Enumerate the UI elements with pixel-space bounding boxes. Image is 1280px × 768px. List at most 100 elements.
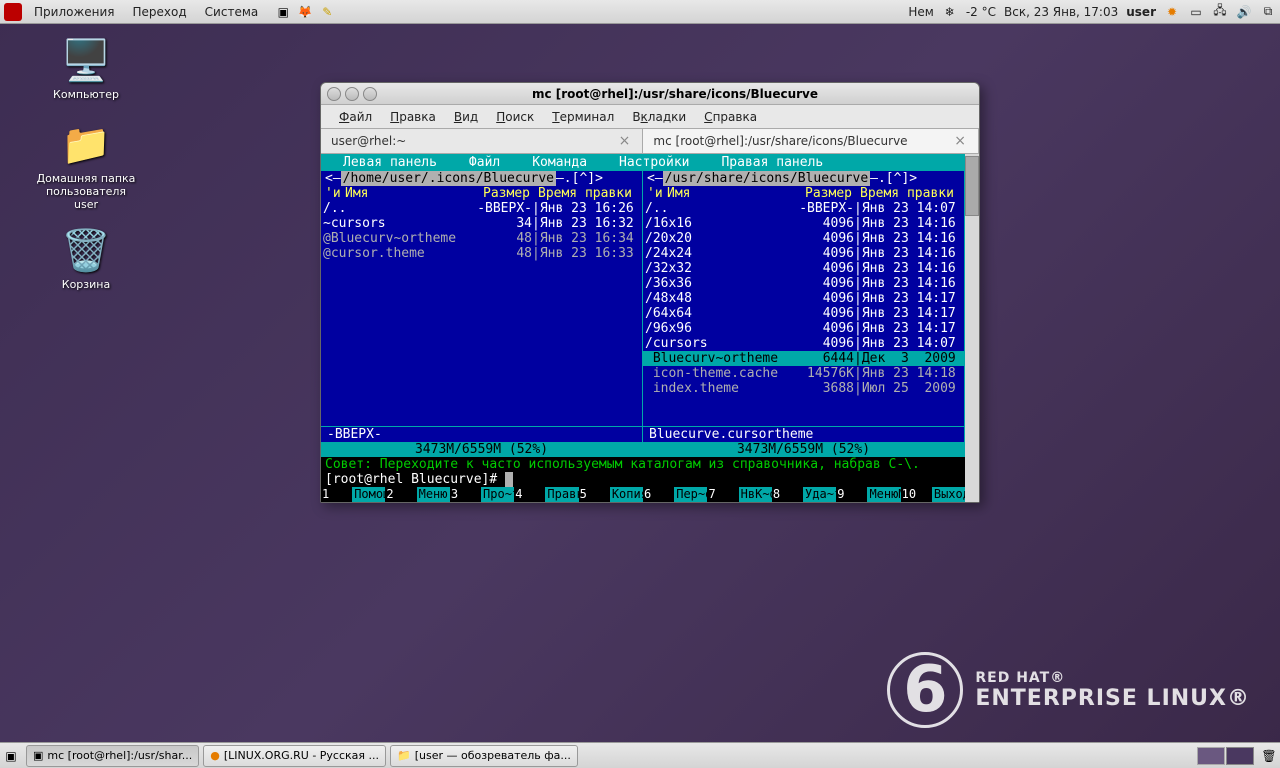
- file-row[interactable]: /96x964096|Янв 23 14:17: [643, 321, 964, 336]
- file-row[interactable]: ~cursors34|Янв 23 16:32: [321, 216, 642, 231]
- fn-key-5[interactable]: 5Копия: [579, 487, 643, 502]
- file-row[interactable]: /64x644096|Янв 23 14:17: [643, 306, 964, 321]
- file-row[interactable]: /..-ВВЕРХ-|Янв 23 14:07: [643, 201, 964, 216]
- update-icon[interactable]: ✹: [1164, 4, 1180, 20]
- rhel-brand-1: RED HAT®: [975, 670, 1250, 686]
- mc-right-hdr-time: Время правки: [856, 186, 964, 201]
- desktop-trash[interactable]: 🗑️ Корзина: [36, 226, 136, 291]
- mc-menu-file[interactable]: Файл: [453, 155, 516, 170]
- fn-key-10[interactable]: 10Выход: [901, 487, 965, 502]
- file-row[interactable]: /16x164096|Янв 23 14:16: [643, 216, 964, 231]
- task-terminal[interactable]: ▣mc [root@rhel]:/usr/shar...: [26, 745, 199, 767]
- desktop-trash-label: Корзина: [36, 278, 136, 291]
- weather-location[interactable]: Нем: [908, 5, 933, 19]
- file-row[interactable]: /36x364096|Янв 23 14:16: [643, 276, 964, 291]
- fn-key-9[interactable]: 9МенюМС: [836, 487, 900, 502]
- mc-right-path: /usr/share/icons/Bluecurve: [663, 171, 871, 186]
- window-close-button[interactable]: [327, 87, 341, 101]
- mc-left-hdr-name: Имя: [341, 186, 478, 201]
- window-minimize-button[interactable]: [345, 87, 359, 101]
- terminal-scrollbar[interactable]: [965, 154, 979, 502]
- bottom-panel: ▣ ▣mc [root@rhel]:/usr/shar... ●[LINUX.O…: [0, 742, 1280, 768]
- user-label[interactable]: user: [1126, 5, 1156, 19]
- mc-left-pane[interactable]: <— /home/user/.icons/Bluecurve —.[^]> 'и…: [321, 171, 643, 457]
- mc-menu-right[interactable]: Правая панель: [705, 155, 839, 170]
- file-row[interactable]: /32x324096|Янв 23 14:16: [643, 261, 964, 276]
- mc-menu-left[interactable]: Левая панель: [327, 155, 453, 170]
- menu-system[interactable]: Система: [197, 3, 267, 21]
- mc-menu-command[interactable]: Команда: [516, 155, 603, 170]
- file-row[interactable]: Bluecurv~ortheme6444|Дек 3 2009: [643, 351, 964, 366]
- notes-icon[interactable]: ✎: [318, 3, 336, 21]
- firefox-icon[interactable]: 🦊: [296, 3, 314, 21]
- minimize-all-icon[interactable]: ⧉: [1260, 4, 1276, 20]
- task-firefox[interactable]: ●[LINUX.ORG.RU - Русская ...: [203, 745, 386, 767]
- term-menu-file[interactable]: Файл: [331, 108, 380, 126]
- file-row[interactable]: /48x484096|Янв 23 14:17: [643, 291, 964, 306]
- mc-left-disk: 3473M/6559M (52%): [321, 442, 642, 457]
- panel-tray: Нем ❄ -2 °C Вск, 23 Янв, 17:03 user ✹ ▭ …: [908, 4, 1276, 20]
- file-row[interactable]: @cursor.theme48|Янв 23 16:33: [321, 246, 642, 261]
- file-row[interactable]: /20x204096|Янв 23 14:16: [643, 231, 964, 246]
- task-files[interactable]: 📁[user — обозреватель фа...: [390, 745, 578, 767]
- fn-key-6[interactable]: 6Пер~ос: [643, 487, 707, 502]
- tab-2[interactable]: mc [root@rhel]:/usr/share/icons/Bluecurv…: [643, 129, 979, 153]
- term-menu-search[interactable]: Поиск: [488, 108, 542, 126]
- terminal-icon[interactable]: ▣: [274, 3, 292, 21]
- display-icon[interactable]: ▭: [1188, 4, 1204, 20]
- desktop-home[interactable]: 📁 Домашняя папка пользователя user: [36, 120, 136, 211]
- file-row[interactable]: icon-theme.cache14576K|Янв 23 14:18: [643, 366, 964, 381]
- desktop-home-label: Домашняя папка пользователя user: [36, 172, 136, 211]
- window-maximize-button[interactable]: [363, 87, 377, 101]
- mc-menu-options[interactable]: Настройки: [603, 155, 705, 170]
- show-desktop-icon[interactable]: ▣: [0, 749, 22, 763]
- workspace-1[interactable]: [1197, 747, 1225, 765]
- file-row[interactable]: /24x244096|Янв 23 14:16: [643, 246, 964, 261]
- mc-left-hdr-size: Размер: [478, 186, 534, 201]
- network-icon[interactable]: 🖧: [1212, 4, 1228, 20]
- term-menu-terminal[interactable]: Терминал: [544, 108, 622, 126]
- weather-temp: -2 °C: [966, 5, 996, 19]
- fn-key-4[interactable]: 4Правка: [514, 487, 578, 502]
- tab-1-close[interactable]: ×: [617, 133, 633, 149]
- quick-launch: ▣ 🦊 ✎: [274, 3, 336, 21]
- mc-right-pane[interactable]: <— /usr/share/icons/Bluecurve —.[^]> 'иИ…: [643, 171, 965, 457]
- fn-key-2[interactable]: 2Меню: [385, 487, 449, 502]
- menu-places[interactable]: Переход: [125, 3, 195, 21]
- redhat-icon[interactable]: [4, 3, 22, 21]
- tab-1[interactable]: user@rhel:~ ×: [321, 129, 643, 153]
- mc-prompt[interactable]: [root@rhel Bluecurve]#: [321, 472, 965, 487]
- trash-tray-icon[interactable]: 🗑: [1258, 749, 1280, 763]
- mc-right-mini: Bluecurve.cursortheme: [643, 427, 964, 442]
- fn-key-1[interactable]: 1Помощь: [321, 487, 385, 502]
- fn-key-8[interactable]: 8Уда~ть: [772, 487, 836, 502]
- terminal-tabs: user@rhel:~ × mc [root@rhel]:/usr/share/…: [321, 129, 979, 154]
- term-menu-view[interactable]: Вид: [446, 108, 486, 126]
- desktop-computer[interactable]: 🖥️ Компьютер: [36, 36, 136, 101]
- tab-2-close[interactable]: ×: [952, 133, 968, 149]
- tab-2-label: mc [root@rhel]:/usr/share/icons/Bluecurv…: [653, 134, 907, 148]
- volume-icon[interactable]: 🔊: [1236, 4, 1252, 20]
- term-menu-help[interactable]: Справка: [696, 108, 765, 126]
- fn-key-3[interactable]: 3Про~тр: [450, 487, 514, 502]
- mc-tip: Совет: Переходите к часто используемым к…: [321, 457, 965, 472]
- mc-right-disk: 3473M/6559M (52%): [643, 442, 964, 457]
- terminal-window: mc [root@rhel]:/usr/share/icons/Bluecurv…: [320, 82, 980, 503]
- file-row[interactable]: index.theme3688|Июл 25 2009: [643, 381, 964, 396]
- file-row[interactable]: /..-ВВЕРХ-|Янв 23 16:26: [321, 201, 642, 216]
- term-menu-edit[interactable]: Правка: [382, 108, 444, 126]
- term-menu-tabs[interactable]: Вкладки: [624, 108, 694, 126]
- scrollbar-thumb[interactable]: [965, 156, 979, 216]
- menu-applications[interactable]: Приложения: [26, 3, 123, 21]
- file-row[interactable]: @Bluecurv~ortheme48|Янв 23 16:34: [321, 231, 642, 246]
- system-menu: Приложения Переход Система: [26, 3, 266, 21]
- top-panel: Приложения Переход Система ▣ 🦊 ✎ Нем ❄ -…: [0, 0, 1280, 24]
- workspace-2[interactable]: [1226, 747, 1254, 765]
- mc-right-hdr-size: Размер: [800, 186, 856, 201]
- window-titlebar[interactable]: mc [root@rhel]:/usr/share/icons/Bluecurv…: [321, 83, 979, 105]
- file-row[interactable]: /cursors4096|Янв 23 14:07: [643, 336, 964, 351]
- clock[interactable]: Вск, 23 Янв, 17:03: [1004, 5, 1118, 19]
- trash-icon: 🗑️: [62, 226, 110, 274]
- fn-key-7[interactable]: 7НвК~ог: [707, 487, 771, 502]
- mc-area: Левая панель Файл Команда Настройки Прав…: [321, 154, 965, 502]
